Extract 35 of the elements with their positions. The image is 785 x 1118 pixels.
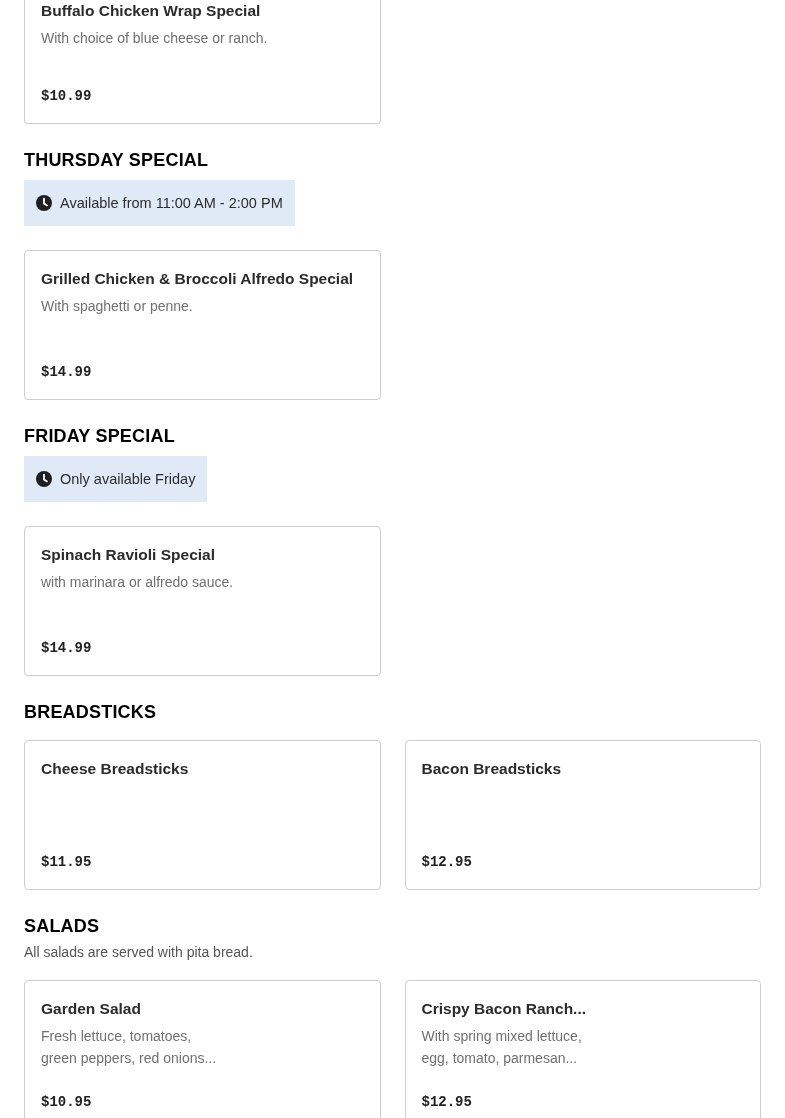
- item-name: Grilled Chicken & Broccoli Alfredo Special: [41, 269, 355, 289]
- item-price: $10.95: [41, 1093, 93, 1112]
- menu-item-card[interactable]: Crispy Bacon Ranch... With spring mixed lettuce, egg, tomato, parmesan... $12.95: [404, 980, 761, 1118]
- item-price: $10.99: [41, 87, 93, 106]
- section-heading: FRIDAY SPECIAL: [24, 425, 176, 448]
- item-name: Crispy Bacon Ranch...: [421, 999, 587, 1019]
- menu-item-card[interactable]: Garden Salad Fresh lettuce, tomatoes, green peppers, red onions... $10.95: [24, 980, 381, 1118]
- section-heading: THURSDAY SPECIAL: [24, 149, 210, 172]
- menu-item-card[interactable]: Bacon Breadsticks $12.95: [404, 740, 761, 890]
- item-description: With choice of blue cheese or ranch.: [41, 29, 269, 48]
- item-description: With spring mixed lettuce, egg, tomato, parmesan...: [421, 1027, 583, 1068]
- item-price: $11.95: [41, 853, 93, 872]
- item-price: $14.99: [41, 639, 93, 658]
- item-description: With spaghetti or penne.: [41, 297, 194, 316]
- menu-item-card[interactable]: Buffalo Chicken Wrap Special With choice of blue cheese or ranch. $10.99: [24, 0, 381, 124]
- item-name: Bacon Breadsticks: [421, 759, 563, 779]
- item-description: with marinara or alfredo sauce.: [41, 573, 235, 592]
- item-name: Spinach Ravioli Special: [41, 545, 216, 565]
- menu-item-card[interactable]: Cheese Breadsticks $11.95: [24, 740, 381, 890]
- section-description: All salads are served with pita bread.: [24, 943, 254, 962]
- item-price: $12.95: [421, 1093, 473, 1112]
- menu-item-card[interactable]: Grilled Chicken & Broccoli Alfredo Special With spaghetti or penne. $14.99: [24, 250, 381, 400]
- item-price: $14.99: [41, 363, 93, 382]
- item-price: $12.95: [421, 853, 473, 872]
- item-description: Fresh lettuce, tomatoes, green peppers, red onions...: [41, 1027, 218, 1068]
- clock-icon: [36, 195, 52, 211]
- availability-text: Only available Friday: [60, 470, 196, 489]
- item-name: Buffalo Chicken Wrap Special: [41, 1, 262, 21]
- item-name: Garden Salad: [41, 999, 142, 1019]
- menu-item-card[interactable]: Spinach Ravioli Special with marinara or alfredo sauce. $14.99: [24, 526, 381, 676]
- section-heading: BREADSTICKS: [24, 701, 158, 724]
- item-name: Cheese Breadsticks: [41, 759, 190, 779]
- availability-text: Available from 11:00 AM - 2:00 PM: [60, 194, 283, 213]
- section-heading: SALADS: [24, 915, 101, 938]
- clock-icon: [36, 471, 52, 487]
